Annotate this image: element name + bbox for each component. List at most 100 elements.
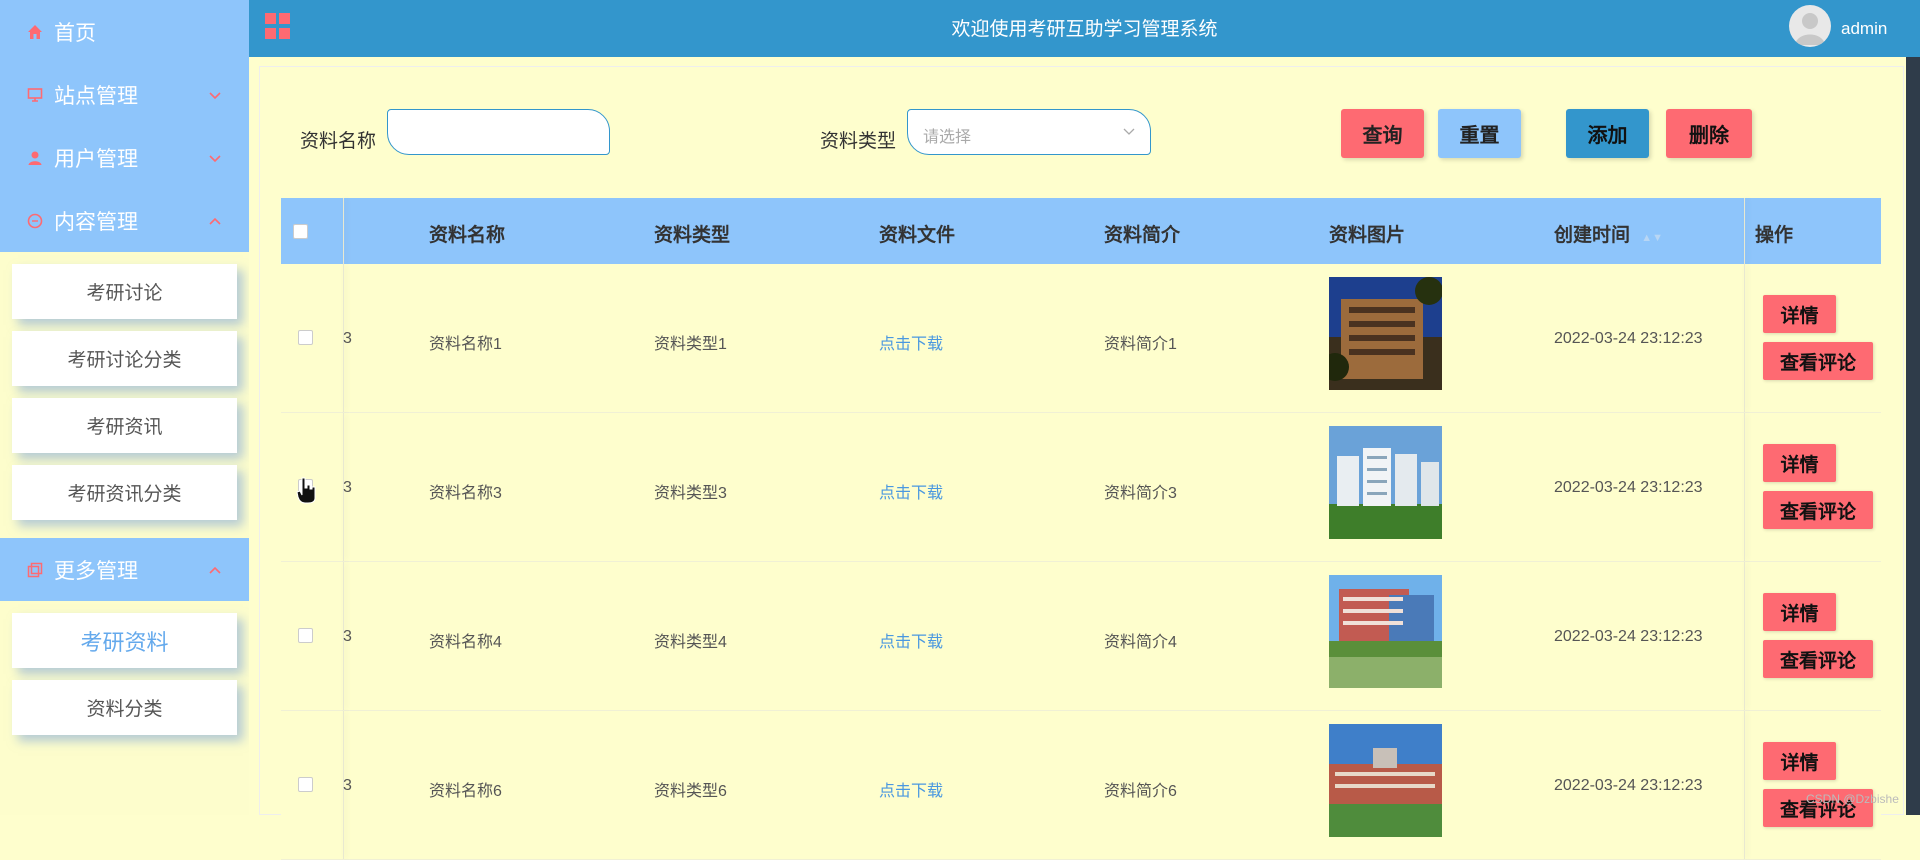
user-icon [26,149,44,167]
sidebar-more-menu: 更多管理 [0,538,249,601]
sidebar-item-users[interactable]: 用户管理 [0,126,249,189]
reset-button[interactable]: 重置 [1438,109,1521,158]
type-select[interactable]: 请选择 [907,109,1151,155]
materials-table: 资料名称 资料类型 资料文件 资料简介 资料图片 创建时间 ▲▼ 操作 3 资料… [281,198,1881,860]
header-intro: 资料简介 [1104,225,1181,246]
header-image: 资料图片 [1329,225,1406,246]
avatar[interactable] [1789,5,1831,47]
submenu-item-news[interactable]: 考研资讯 [12,398,237,453]
name-input[interactable] [387,109,610,155]
row-checkbox[interactable] [298,628,313,643]
table-row: 3 资料名称1 资料类型1 点击下载 资料简介1 2022-03-24 23:1… [281,264,1881,413]
view-comments-button[interactable]: 查看评论 [1763,640,1873,678]
column-divider [1744,198,1745,264]
sidebar-item-site[interactable]: 站点管理 [0,63,249,126]
sidebar-item-label: 内容管理 [54,210,138,234]
chevron-down-icon [209,92,221,100]
cell-type: 资料类型1 [654,336,727,353]
copy-icon [26,561,44,579]
cell-created: 2022-03-24 23:12:23 [1554,628,1703,645]
submenu-item-materials[interactable]: 考研资料 [12,613,237,668]
home-icon [26,23,44,41]
add-button[interactable]: 添加 [1566,109,1649,158]
submenu-item-news-category[interactable]: 考研资讯分类 [12,465,237,520]
scrollbar[interactable] [1906,57,1920,815]
sidebar: 首页 站点管理 用户管理 内容管理 考研讨论 考研讨论分类 考研资讯 考研资讯分… [0,0,249,815]
sidebar-item-content[interactable]: 内容管理 [0,189,249,252]
content-submenu: 考研讨论 考研讨论分类 考研资讯 考研资讯分类 [0,252,249,538]
sidebar-item-more[interactable]: 更多管理 [0,538,249,601]
table-row: 3 资料名称4 资料类型4 点击下载 资料简介4 2022-03-24 23:1… [281,562,1881,711]
header-name: 资料名称 [429,225,506,246]
submenu-item-discussion-category[interactable]: 考研讨论分类 [12,331,237,386]
column-divider [1744,711,1745,859]
sidebar-item-label: 首页 [54,21,96,45]
row-index: 3 [343,479,352,496]
cell-intro: 资料简介6 [1104,783,1177,800]
row-index: 3 [343,628,352,645]
row-checkbox[interactable] [298,330,313,345]
monitor-icon [26,86,44,104]
header-type: 资料类型 [654,225,731,246]
type-label: 资料类型 [820,131,897,152]
cell-name: 资料名称4 [429,634,502,651]
chevron-down-icon [209,155,221,163]
hand-cursor-icon [296,477,316,504]
cell-intro: 资料简介3 [1104,485,1177,502]
query-button[interactable]: 查询 [1341,109,1424,158]
material-image[interactable] [1329,277,1442,390]
material-image[interactable] [1329,724,1442,837]
delete-button[interactable]: 删除 [1666,109,1752,158]
watermark: CSDN @Dzbishe [1806,792,1899,806]
view-comments-button[interactable]: 查看评论 [1763,491,1873,529]
username[interactable]: admin [1841,19,1887,39]
select-all-checkbox[interactable] [293,224,308,239]
cell-name: 资料名称1 [429,336,502,353]
cell-created: 2022-03-24 23:12:23 [1554,479,1703,496]
view-comments-button[interactable]: 查看评论 [1763,342,1873,380]
top-header: 欢迎使用考研互助学习管理系统 admin [249,0,1920,57]
search-bar: 资料名称 资料类型 请选择 查询 重置 添加 删除 [260,109,1903,169]
row-index: 3 [343,777,352,794]
column-divider [1744,264,1745,412]
download-link[interactable]: 点击下载 [879,777,943,801]
download-link[interactable]: 点击下载 [879,330,943,354]
chevron-up-icon [209,566,221,574]
cell-type: 资料类型4 [654,634,727,651]
more-submenu: 考研资料 资料分类 [0,601,249,753]
column-divider [1744,413,1745,561]
sidebar-item-label: 更多管理 [54,559,138,583]
detail-button[interactable]: 详情 [1763,742,1836,780]
sort-icon[interactable]: ▲▼ [1641,232,1663,244]
table-row: 3 资料名称6 资料类型6 点击下载 资料简介6 2022-03-24 23:1… [281,711,1881,860]
header-ops: 操作 [1755,225,1794,246]
sidebar-item-home[interactable]: 首页 [0,0,249,63]
detail-button[interactable]: 详情 [1763,295,1836,333]
column-divider [1744,562,1745,710]
table-row: 3 资料名称3 资料类型3 点击下载 资料简介3 2022-03-24 23:1… [281,413,1881,562]
detail-button[interactable]: 详情 [1763,444,1836,482]
column-divider [343,198,344,264]
sidebar-item-label: 站点管理 [54,84,138,108]
submenu-item-discussion[interactable]: 考研讨论 [12,264,237,319]
type-select-placeholder: 请选择 [923,129,972,146]
material-image[interactable] [1329,575,1442,688]
row-checkbox[interactable] [298,777,313,792]
cell-name: 资料名称3 [429,485,502,502]
name-label: 资料名称 [300,131,377,152]
avatar-icon [1795,13,1825,45]
header-created[interactable]: 创建时间 ▲▼ [1554,220,1663,247]
header-file: 资料文件 [879,225,956,246]
cell-type: 资料类型6 [654,783,727,800]
cell-created: 2022-03-24 23:12:23 [1554,330,1703,347]
download-link[interactable]: 点击下载 [879,479,943,503]
submenu-item-material-category[interactable]: 资料分类 [12,680,237,735]
cell-name: 资料名称6 [429,783,502,800]
sidebar-top-menu: 首页 站点管理 用户管理 内容管理 [0,0,249,252]
download-link[interactable]: 点击下载 [879,628,943,652]
row-index: 3 [343,330,352,347]
main-content: 资料名称 资料类型 请选择 查询 重置 添加 删除 资料名称 资料类型 资料文件… [259,66,1904,860]
material-image[interactable] [1329,426,1442,539]
detail-button[interactable]: 详情 [1763,593,1836,631]
table-header: 资料名称 资料类型 资料文件 资料简介 资料图片 创建时间 ▲▼ 操作 [281,198,1881,264]
